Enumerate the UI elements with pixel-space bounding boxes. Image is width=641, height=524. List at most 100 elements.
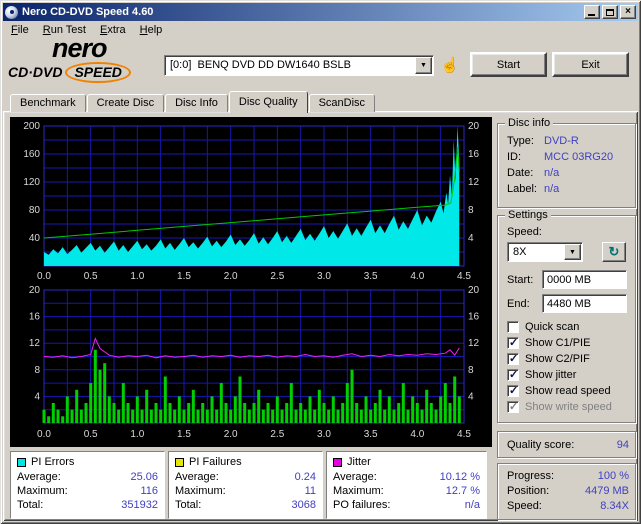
svg-text:8: 8: [34, 365, 40, 376]
drive-select[interactable]: [0:0] BENQ DVD DD DW1640 BSLB ▼: [164, 55, 434, 76]
logo-speed-text: SPEED: [65, 62, 131, 83]
progress-row: Progress: 100 %: [507, 470, 629, 482]
checkbox-icon: ✓: [507, 321, 519, 333]
checkbox-show-write-speed[interactable]: ✓ Show write speed: [507, 400, 612, 414]
stat-row: Average: 25.06: [17, 471, 158, 483]
progress-group: Progress: 100 % Position: 4479 MB Speed:…: [497, 463, 636, 520]
speed-select[interactable]: 8X ▼: [507, 242, 583, 262]
disc-type-value: DVD-R: [544, 135, 579, 147]
checkbox-icon: ✓: [507, 353, 519, 365]
exit-button[interactable]: Exit: [552, 52, 629, 77]
quality-score-group: Quality score: 94: [497, 431, 636, 458]
svg-text:1.0: 1.0: [130, 271, 144, 282]
speed-select-value: 8X: [513, 246, 527, 258]
checkbox-show-c2-pif[interactable]: ✓ Show C2/PIF: [507, 352, 590, 366]
svg-text:16: 16: [468, 312, 480, 323]
pi-errors-stats-title: PI Errors: [31, 456, 75, 468]
close-icon: ×: [625, 6, 631, 17]
minimize-button[interactable]: [584, 5, 600, 19]
disc-label-row: Label: n/a: [507, 183, 560, 195]
svg-text:12: 12: [468, 338, 480, 349]
eject-hand-button[interactable]: ☝: [440, 55, 460, 75]
quality-score-row: Quality score: 94: [507, 439, 629, 453]
stat-row: PO failures: n/a: [333, 499, 480, 511]
checkbox-show-jitter[interactable]: ✓ Show jitter: [507, 368, 576, 382]
svg-text:4: 4: [34, 391, 40, 402]
svg-text:2.0: 2.0: [224, 271, 238, 282]
end-position-input[interactable]: [542, 294, 627, 313]
hand-icon: ☝: [440, 57, 460, 74]
nero-logo-text: nero: [52, 33, 108, 63]
tab-scandisc[interactable]: ScanDisc: [308, 94, 376, 112]
stat-row: Total: 3068: [175, 499, 316, 511]
disc-date-value: n/a: [544, 167, 560, 179]
svg-text:3.5: 3.5: [364, 271, 378, 282]
svg-text:12: 12: [29, 338, 41, 349]
checkbox-icon: ✓: [507, 369, 519, 381]
svg-text:4.5: 4.5: [457, 271, 471, 282]
close-button[interactable]: ×: [620, 5, 636, 19]
checkbox-show-c1-pie[interactable]: ✓ Show C1/PIE: [507, 336, 590, 350]
position-row: Position: 4479 MB: [507, 485, 629, 497]
jitter-stats-panel: Jitter Average: 10.12 % Maximum: 12.7 % PO…: [326, 451, 487, 519]
check-icon: ✓: [509, 353, 519, 365]
disc-date-row: Date: n/a: [507, 167, 560, 179]
settings-title: Settings: [505, 209, 551, 221]
position-value: 4479 MB: [584, 485, 629, 497]
svg-text:16: 16: [468, 149, 480, 160]
svg-text:3.0: 3.0: [317, 271, 331, 282]
menu-item-help[interactable]: Help: [133, 22, 170, 38]
checkbox-icon: ✓: [507, 337, 519, 349]
start-position-input[interactable]: [542, 270, 627, 289]
tab-create-disc[interactable]: Create Disc: [86, 94, 165, 112]
svg-text:4.0: 4.0: [410, 271, 424, 282]
svg-text:80: 80: [29, 205, 41, 216]
pi-failures-stats-panel: PI Failures Average: 0.24 Maximum: 11 Tota…: [168, 451, 323, 519]
check-icon: ✓: [509, 385, 519, 397]
disc-id-row: ID: MCC 03RG20: [507, 151, 614, 163]
svg-text:1.5: 1.5: [177, 429, 191, 440]
svg-text:16: 16: [29, 312, 41, 323]
maximize-button[interactable]: [602, 5, 618, 19]
chart-area: 40 80 120 160 200 4 8 12 16 20 0.0 0.5 1.0 1.5 2.0 2.5 3…: [10, 117, 492, 447]
svg-text:1.5: 1.5: [177, 271, 191, 282]
svg-text:200: 200: [23, 121, 40, 132]
tab-disc-quality[interactable]: Disc Quality: [228, 91, 308, 113]
svg-text:1.0: 1.0: [130, 429, 144, 440]
drive-select-button[interactable]: ▼: [415, 57, 432, 74]
svg-text:8: 8: [468, 205, 474, 216]
checkbox-icon: ✓: [507, 401, 519, 413]
svg-text:4.0: 4.0: [410, 429, 424, 440]
speed-select-button[interactable]: ▼: [564, 244, 581, 260]
disc-info-group: Disc info Type: DVD-R ID: MCC 03RG20 Dat…: [497, 117, 636, 208]
start-button[interactable]: Start: [470, 52, 547, 77]
tab-disc-info[interactable]: Disc Info: [165, 94, 228, 112]
quality-score-value: 94: [616, 439, 629, 451]
svg-text:120: 120: [23, 177, 40, 188]
svg-text:2.0: 2.0: [224, 429, 238, 440]
chevron-down-icon: ▼: [420, 62, 427, 69]
stat-row: Maximum: 11: [175, 485, 316, 497]
svg-text:20: 20: [468, 121, 480, 132]
menu-item-file[interactable]: File: [4, 22, 36, 38]
start-position-label: Start:: [507, 274, 534, 286]
chevron-down-icon: ▼: [569, 248, 576, 256]
checkbox-show-read-speed[interactable]: ✓ Show read speed: [507, 384, 611, 398]
svg-text:4: 4: [468, 233, 474, 244]
tab-benchmark[interactable]: Benchmark: [10, 94, 86, 112]
svg-text:2.5: 2.5: [270, 429, 284, 440]
window-title: Nero CD-DVD Speed 4.60: [22, 6, 154, 18]
checkbox-quick-scan[interactable]: ✓ Quick scan: [507, 320, 579, 334]
stat-row: Total: 351932: [17, 499, 158, 511]
pi-failures-chart: 4 8 12 16 20 4 8 12 16 20 0.0 0.5 1.0 1.5 2.0 2.5 3.0 3.5…: [10, 286, 492, 444]
quality-score-label: Quality score:: [507, 439, 575, 451]
refresh-speed-button[interactable]: ↻: [602, 242, 626, 262]
pi-errors-color-swatch: [17, 457, 26, 467]
svg-text:0.0: 0.0: [37, 271, 51, 282]
speed-row: Speed: 8.34X: [507, 500, 629, 512]
check-icon: ✓: [509, 401, 519, 413]
stat-row: Average: 0.24: [175, 471, 316, 483]
minimize-icon: [588, 14, 595, 16]
pi-errors-stats-panel: PI Errors Average: 25.06 Maximum: 116 Tota…: [10, 451, 165, 519]
jitter-color-swatch: [333, 457, 342, 467]
